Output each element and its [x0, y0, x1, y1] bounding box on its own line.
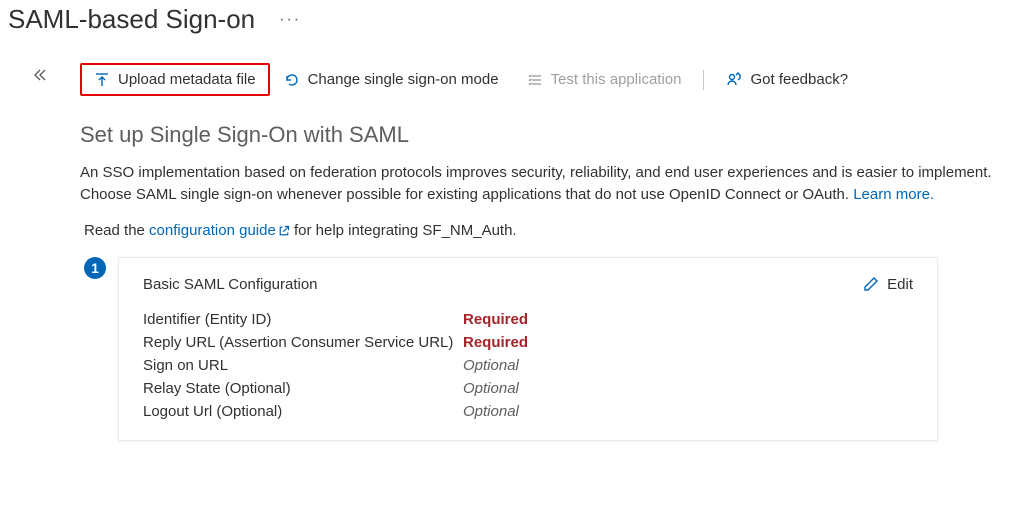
- config-label: Reply URL (Assertion Consumer Service UR…: [143, 334, 463, 351]
- change-mode-label: Change single sign-on mode: [308, 71, 499, 88]
- card-header: Basic SAML Configuration Edit: [143, 276, 913, 293]
- test-application-label: Test this application: [551, 71, 682, 88]
- config-value: Required: [463, 311, 913, 328]
- configuration-guide-link[interactable]: configuration guide: [149, 222, 290, 239]
- config-label: Sign on URL: [143, 357, 463, 374]
- config-value: Optional: [463, 403, 913, 420]
- guide-prefix: Read the: [84, 222, 149, 239]
- card-title: Basic SAML Configuration: [143, 276, 318, 293]
- config-table: Identifier (Entity ID) Required Reply UR…: [143, 311, 913, 420]
- checklist-icon: [527, 72, 543, 88]
- step-badge: 1: [84, 257, 106, 279]
- collapse-panel-button[interactable]: [0, 63, 80, 86]
- more-menu-button[interactable]: ···: [279, 11, 301, 29]
- config-label: Identifier (Entity ID): [143, 311, 463, 328]
- config-value: Required: [463, 334, 913, 351]
- feedback-icon: [726, 72, 742, 88]
- chevron-double-left-icon: [32, 67, 48, 83]
- external-link-icon: [278, 225, 290, 237]
- page-title: SAML-based Sign-on: [8, 4, 255, 35]
- basic-saml-card: Basic SAML Configuration Edit Identifier…: [118, 257, 938, 441]
- config-value: Optional: [463, 380, 913, 397]
- test-application-button: Test this application: [513, 63, 696, 96]
- section-description: An SSO implementation based on federatio…: [80, 162, 995, 206]
- section-heading: Set up Single Sign-On with SAML: [80, 122, 995, 148]
- toolbar-separator: [703, 70, 704, 90]
- configuration-guide-line: Read the configuration guide for help in…: [84, 222, 995, 239]
- upload-icon: [94, 72, 110, 88]
- upload-metadata-label: Upload metadata file: [118, 71, 256, 88]
- guide-suffix: for help integrating SF_NM_Auth.: [290, 222, 517, 239]
- config-value: Optional: [463, 357, 913, 374]
- config-label: Logout Url (Optional): [143, 403, 463, 420]
- feedback-button[interactable]: Got feedback?: [712, 63, 862, 96]
- edit-label: Edit: [887, 276, 913, 293]
- pencil-icon: [863, 276, 879, 292]
- undo-icon: [284, 72, 300, 88]
- change-mode-button[interactable]: Change single sign-on mode: [270, 63, 513, 96]
- config-label: Relay State (Optional): [143, 380, 463, 397]
- command-toolbar: Upload metadata file Change single sign-…: [80, 63, 995, 96]
- learn-more-link[interactable]: Learn more.: [853, 186, 934, 203]
- page-title-bar: SAML-based Sign-on ···: [8, 4, 1035, 35]
- upload-metadata-button[interactable]: Upload metadata file: [80, 63, 270, 96]
- step-1-row: 1 Basic SAML Configuration Edit Identif: [84, 257, 995, 441]
- feedback-label: Got feedback?: [750, 71, 848, 88]
- edit-button[interactable]: Edit: [863, 276, 913, 293]
